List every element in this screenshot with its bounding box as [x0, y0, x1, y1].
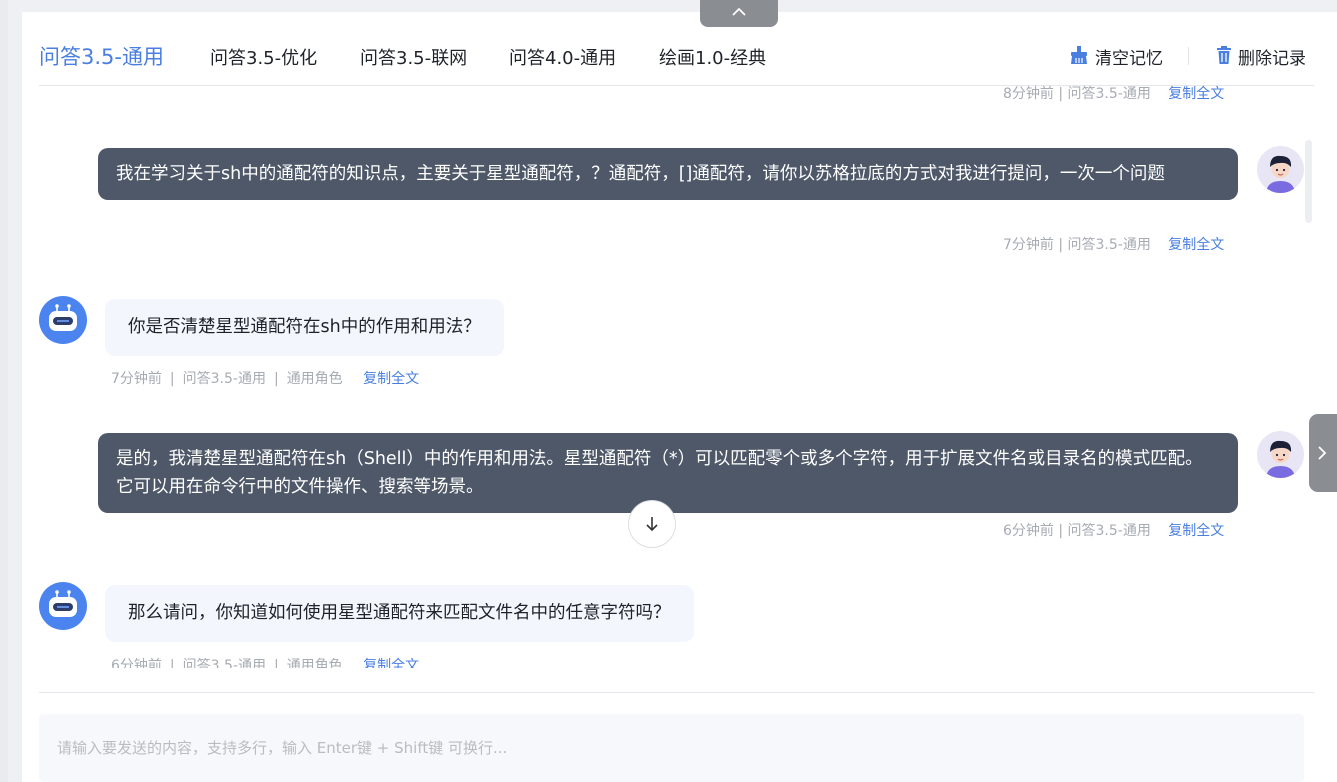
- tab-qa35-optimized[interactable]: 问答3.5-优化: [210, 44, 317, 70]
- user-avatar: [1257, 146, 1304, 193]
- expand-sidebar-button[interactable]: [1309, 414, 1337, 492]
- bot-avatar: [39, 296, 87, 344]
- tab-qa35-online[interactable]: 问答3.5-联网: [360, 44, 467, 70]
- broom-icon: [1071, 46, 1087, 64]
- copy-all-button[interactable]: 复制全文: [1168, 86, 1224, 102]
- message-meta: 6分钟前 | 问答3.5-通用 复制全文: [1003, 520, 1224, 540]
- user-avatar: [1257, 431, 1304, 478]
- message-meta: 8分钟前 | 问答3.5-通用 复制全文: [1003, 83, 1224, 103]
- user-message-bubble: 是的，我清楚星型通配符在sh（Shell）中的作用和用法。星型通配符（*）可以匹…: [98, 433, 1238, 513]
- message-input[interactable]: [39, 714, 1304, 782]
- scroll-to-bottom-button[interactable]: [628, 500, 676, 548]
- tab-qa40-general[interactable]: 问答4.0-通用: [509, 44, 616, 70]
- message-meta: 7分钟前 | 问答3.5-通用 复制全文: [1003, 234, 1224, 254]
- message-time-model: 6分钟前 | 问答3.5-通用: [1003, 523, 1151, 539]
- message-meta: 7分钟前 | 问答3.5-通用 | 通用角色 复制全文: [111, 371, 420, 387]
- trash-icon: [1217, 46, 1231, 64]
- copy-all-button[interactable]: 复制全文: [1168, 237, 1224, 253]
- copy-all-button[interactable]: 复制全文: [363, 371, 419, 387]
- bot-message-bubble: 那么请问，你知道如何使用星型通配符来匹配文件名中的任意字符吗？: [105, 585, 694, 642]
- delete-records-label: 删除记录: [1238, 49, 1306, 69]
- clear-memory-label: 清空记忆: [1095, 49, 1163, 69]
- arrow-down-icon: [646, 517, 658, 532]
- header-divider: [1188, 47, 1189, 65]
- message-persona: 通用角色: [286, 371, 343, 387]
- message-time-model: 7分钟前 | 问答3.5-通用: [1003, 237, 1151, 253]
- message-time: 7分钟前: [111, 371, 162, 387]
- copy-all-button[interactable]: 复制全文: [1168, 523, 1224, 539]
- bot-avatar: [39, 582, 87, 630]
- chevron-right-icon: [1318, 446, 1327, 460]
- bot-message-bubble: 你是否清楚星型通配符在sh中的作用和用法？: [105, 299, 504, 356]
- scrollbar-thumb[interactable]: [1305, 140, 1312, 223]
- message-model: 问答3.5-通用: [182, 371, 266, 387]
- tab-draw10-classic[interactable]: 绘画1.0-经典: [659, 44, 766, 70]
- delete-records-button[interactable]: 删除记录: [1214, 44, 1314, 69]
- collapse-header-button[interactable]: [700, 0, 778, 27]
- chat-scroll-clip: [39, 668, 1314, 692]
- chevron-up-icon: [732, 7, 746, 16]
- tab-qa35-general[interactable]: 问答3.5-通用: [39, 41, 164, 71]
- message-time-model: 8分钟前 | 问答3.5-通用: [1003, 86, 1151, 102]
- left-edge-strip: [0, 0, 8, 782]
- user-message-bubble: 我在学习关于sh中的通配符的知识点，主要关于星型通配符，？通配符，[]通配符，请…: [98, 148, 1238, 200]
- clear-memory-button[interactable]: 清空记忆: [1069, 44, 1169, 69]
- input-divider-line: [39, 692, 1314, 693]
